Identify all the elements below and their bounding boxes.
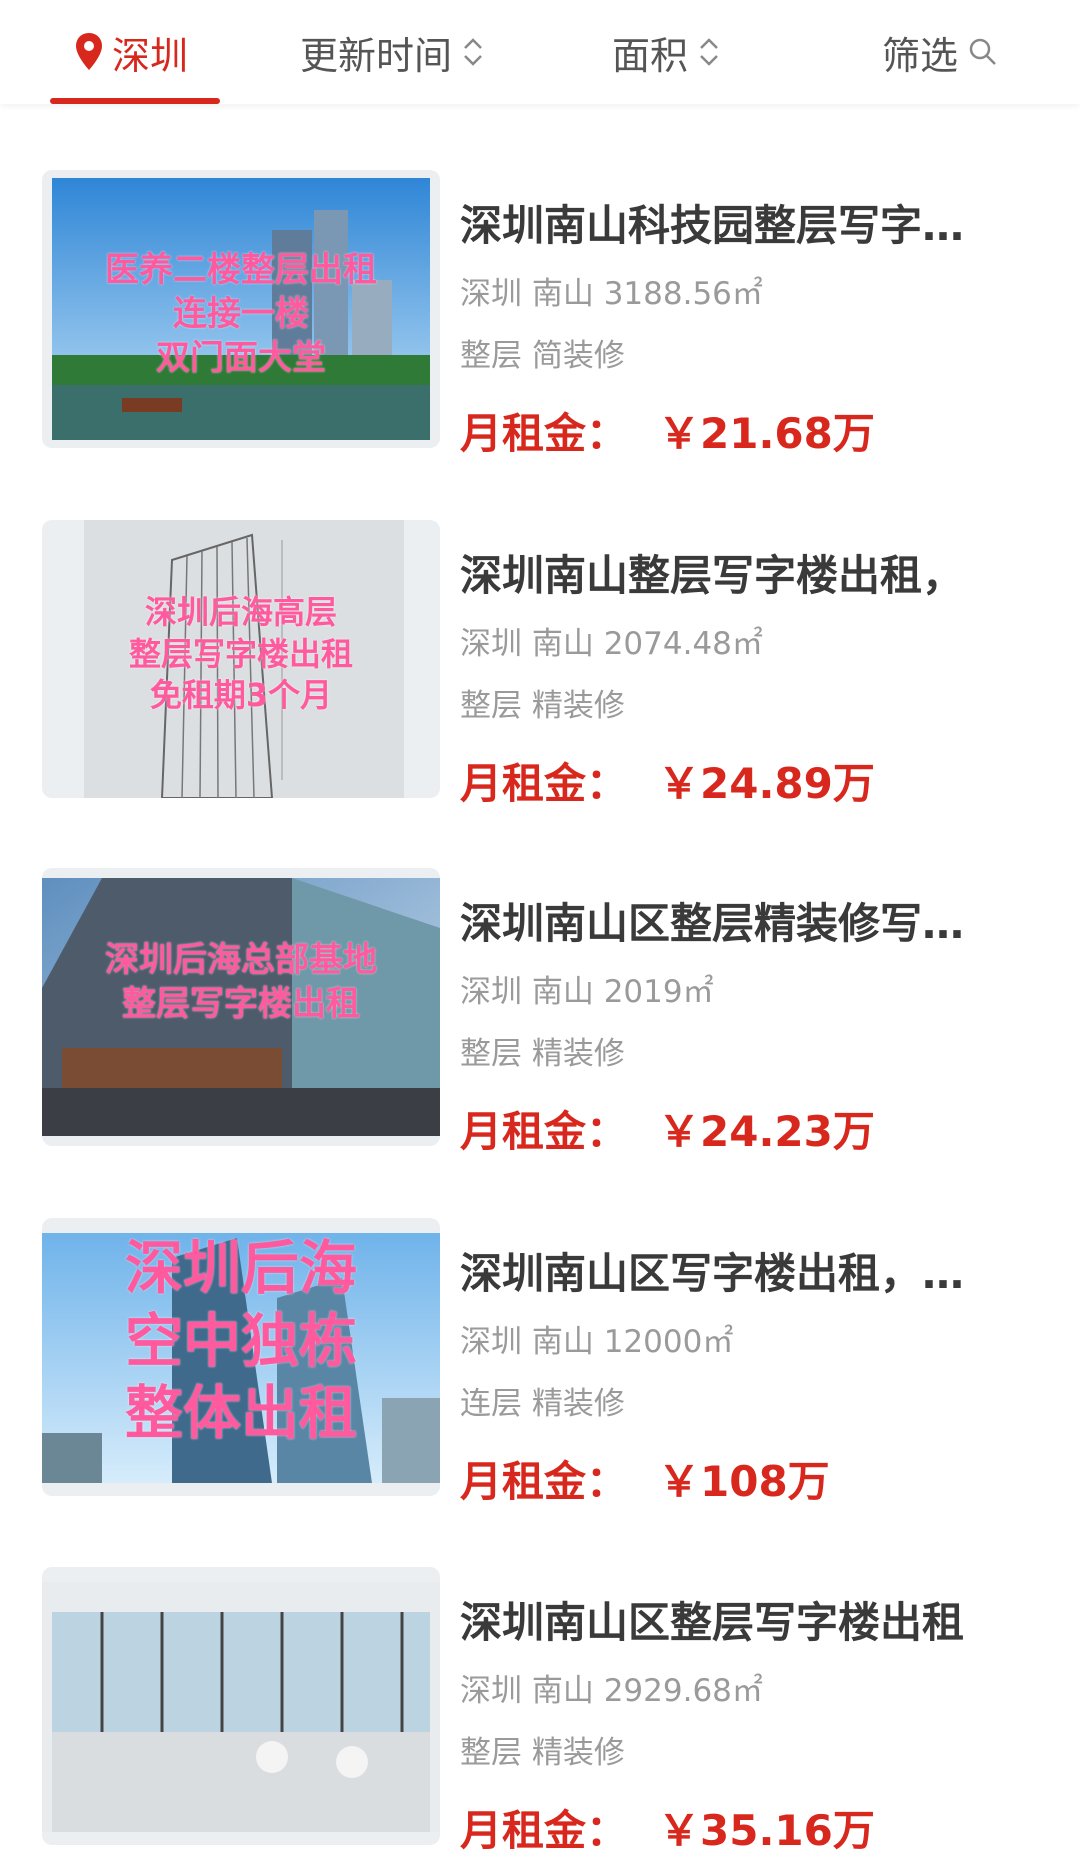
listing-location-area: 深圳 南山 3188.56㎡ [460,276,763,312]
filter-label: 筛选 [882,33,959,78]
sort-update-label: 更新时间 [300,33,453,78]
filter-button[interactable]: 筛选 [882,0,998,104]
sort-toggle-icon [700,38,718,66]
listing-tags: 连层 精装修 [460,1386,625,1422]
filter-bar: 深圳 更新时间 面积 筛选 [0,0,1080,104]
listing-tags: 整层 精装修 [460,1036,625,1072]
listing-tags: 整层 精装修 [460,1735,625,1771]
listing-card[interactable]: 医养二楼整层出租 连接一楼 双门面大堂 深圳南山科技园整层写字楼出租 深圳 南山… [0,170,1080,470]
listing-price: 月租金： ￥35.16万 [460,1797,875,1858]
price-value: ￥35.16万 [658,1806,875,1855]
listing-location-area: 深圳 南山 2074.48㎡ [460,626,763,662]
listing-title[interactable]: 深圳南山区写字楼出租，空中 [460,1240,1000,1301]
price-value: ￥21.68万 [658,409,875,458]
listing-title[interactable]: 深圳南山区整层精装修写字楼 [460,890,1000,951]
price-label: 月租金： [460,759,629,808]
price-value: ￥24.23万 [658,1107,875,1156]
listing-thumbnail[interactable]: 医养二楼整层出租 连接一楼 双门面大堂 [42,170,440,448]
search-icon [969,38,996,65]
listing-tags: 整层 简装修 [460,338,625,374]
interior-photo [42,1582,440,1832]
sort-by-area[interactable]: 面积 [612,0,720,104]
listing-title[interactable]: 深圳南山整层写字楼出租， [460,542,1000,603]
listing-thumbnail[interactable]: 深圳后海总部基地 整层写字楼出租 [42,868,440,1146]
price-label: 月租金： [460,409,629,458]
sort-toggle-icon [464,38,482,66]
listing-card[interactable]: 深圳后海总部基地 整层写字楼出租 深圳南山区整层精装修写字楼 深圳 南山 201… [0,868,1080,1168]
thumbnail-promo-text: 深圳后海高层 整层写字楼出租 免租期3个月 [128,593,353,715]
price-value: ￥108万 [658,1457,830,1506]
city-label: 深圳 [112,33,189,78]
city-selector[interactable]: 深圳 [74,0,188,104]
listing-location-area: 深圳 南山 2019㎡ [460,974,714,1010]
active-tab-indicator [50,98,220,104]
listing-title[interactable]: 深圳南山科技园整层写字楼出租 [460,192,1000,253]
listing-thumbnail[interactable]: 深圳后海 空中独栋 整体出租 [42,1218,440,1496]
listing-price: 月租金： ￥24.89万 [460,750,875,811]
listing-price: 月租金： ￥108万 [460,1448,830,1509]
listing-price: 月租金： ￥21.68万 [460,400,875,461]
listing-price: 月租金： ￥24.23万 [460,1098,875,1159]
location-pin-icon [76,33,102,70]
listing-card[interactable]: 深圳后海高层 整层写字楼出租 免租期3个月 深圳南山整层写字楼出租， 深圳 南山… [0,520,1080,820]
price-label: 月租金： [460,1806,629,1855]
price-label: 月租金： [460,1457,629,1506]
listing-location-area: 深圳 南山 12000㎡ [460,1324,734,1360]
price-label: 月租金： [460,1107,629,1156]
listing-card[interactable]: 深圳南山区整层写字楼出租 深圳 南山 2929.68㎡ 整层 精装修 月租金： ￥… [0,1567,1080,1867]
sort-by-update-time[interactable]: 更新时间 [300,0,484,104]
price-value: ￥24.89万 [658,759,875,808]
sort-area-label: 面积 [612,33,689,78]
listing-location-area: 深圳 南山 2929.68㎡ [460,1673,763,1709]
listing-thumbnail[interactable] [42,1567,440,1845]
listing-thumbnail[interactable]: 深圳后海高层 整层写字楼出租 免租期3个月 [42,520,440,798]
listing-card[interactable]: 深圳后海 空中独栋 整体出租 深圳南山区写字楼出租，空中 深圳 南山 12000… [0,1218,1080,1518]
listing-tags: 整层 精装修 [460,688,625,724]
listing-title[interactable]: 深圳南山区整层写字楼出租 [460,1589,1000,1650]
thumbnail-promo-text: 深圳后海 空中独栋 整体出租 [124,1234,357,1447]
thumbnail-promo-text: 医养二楼整层出租 连接一楼 双门面大堂 [105,250,377,379]
thumbnail-promo-text: 深圳后海总部基地 整层写字楼出租 [105,940,377,1025]
